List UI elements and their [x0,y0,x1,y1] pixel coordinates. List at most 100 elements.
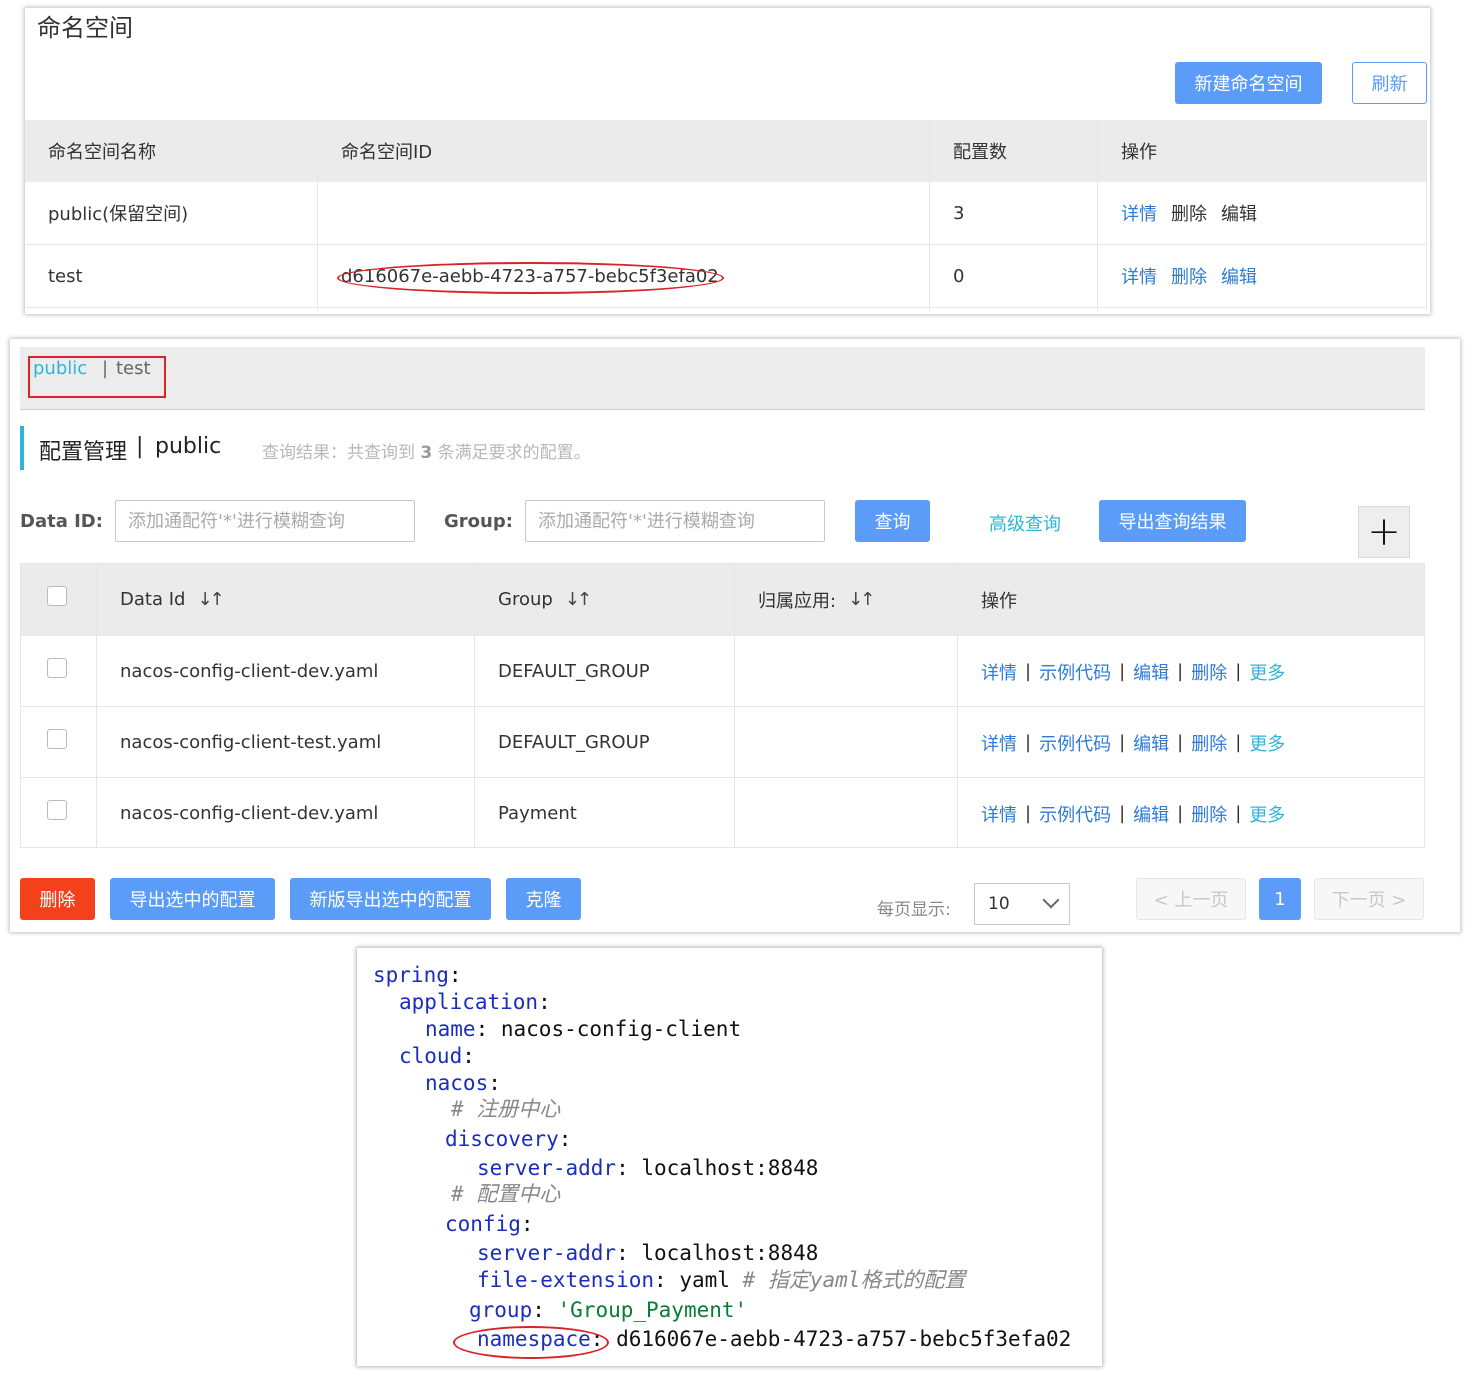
clone-button[interactable]: 克隆 [506,878,581,920]
add-config-button[interactable]: + [1358,506,1410,558]
delete-link[interactable]: 删除 [1171,263,1207,289]
detail-link[interactable]: 详情 [981,730,1017,756]
delete-link[interactable]: 删除 [1191,730,1227,756]
column-divider [929,120,930,310]
column-divider [96,564,97,847]
column-header-actions: 操作 [1121,142,1157,163]
advanced-query-link[interactable]: 高级查询 [989,510,1061,536]
sort-icon[interactable]: ↓↑ [565,589,592,610]
table-header: Data Id ↓↑ Group ↓↑ 归属应用: ↓↑ 操作 [21,564,1424,635]
edit-link[interactable]: 编辑 [1133,730,1169,756]
table-row: test d616067e-aebb-4723-a757-bebc5f3efa0… [25,245,1427,308]
delete-button[interactable]: 删除 [20,878,95,920]
next-page-button[interactable]: 下一页 > [1314,878,1424,920]
config-table: Data Id ↓↑ Group ↓↑ 归属应用: ↓↑ 操作 nacos-confi… [20,563,1425,848]
row-actions: 详情 | 示例代码 | 编辑 | 删除 | 更多 [958,636,1424,707]
column-header-data-id[interactable]: Data Id ↓↑ [97,564,475,635]
edit-link[interactable]: 编辑 [1221,200,1257,226]
code-line: spring: [373,963,462,987]
prev-page-button[interactable]: < 上一页 [1136,878,1246,920]
row-checkbox[interactable] [47,658,67,678]
more-link[interactable]: 更多 [1249,659,1285,685]
code-line: server-addr: localhost:8848 [477,1156,819,1180]
tab-test[interactable]: test [116,358,151,379]
namespace-id [318,182,930,244]
code-line: nacos: [425,1071,501,1095]
config-count: 0 [953,265,965,287]
code-line: cloud: [399,1044,475,1068]
sort-icon[interactable]: ↓↑ [848,589,875,610]
app-cell [735,636,958,707]
query-button[interactable]: 查询 [855,500,930,542]
column-divider [957,564,958,847]
delete-link[interactable]: 删除 [1191,801,1227,827]
detail-link[interactable]: 详情 [981,659,1017,685]
tab-public[interactable]: public [33,358,87,379]
code-line: discovery: [445,1127,572,1151]
code-line: config: [445,1212,534,1236]
row-actions: 详情 删除 编辑 [1098,182,1427,244]
sample-code-link[interactable]: 示例代码 [1039,659,1111,685]
column-divider [734,564,735,847]
app-cell [735,707,958,778]
plus-icon: + [1367,509,1401,555]
row-actions: 详情 | 示例代码 | 编辑 | 删除 | 更多 [958,707,1424,778]
export-selected-button[interactable]: 导出选中的配置 [110,878,275,920]
edit-link[interactable]: 编辑 [1221,263,1257,289]
detail-link[interactable]: 详情 [981,801,1017,827]
config-title: 配置管理 [39,440,128,465]
table-row: public(保留空间) 3 详情 删除 编辑 [25,182,1427,245]
more-link[interactable]: 更多 [1249,730,1285,756]
row-checkbox[interactable] [47,729,67,749]
app-cell [735,778,958,849]
column-header-app[interactable]: 归属应用: ↓↑ [735,564,958,635]
highlight-ellipse [337,262,724,294]
namespace-name: test [48,265,83,287]
data-id-cell: nacos-config-client-test.yaml [120,732,382,753]
select-all-checkbox[interactable] [47,586,67,606]
refresh-button[interactable]: 刷新 [1352,62,1427,104]
sort-icon[interactable]: ↓↑ [197,589,224,610]
new-export-selected-button[interactable]: 新版导出选中的配置 [290,878,491,920]
code-line: application: [399,990,551,1014]
group-input[interactable] [525,500,825,542]
chevron-down-icon [1042,891,1060,909]
row-checkbox[interactable] [47,800,67,820]
export-results-button[interactable]: 导出查询结果 [1099,500,1246,542]
sample-code-link[interactable]: 示例代码 [1039,801,1111,827]
current-namespace: public [155,434,222,459]
group-label: Group: [444,511,513,532]
data-id-label: Data ID: [20,511,103,532]
page-title: 命名空间 [37,14,133,42]
detail-link[interactable]: 详情 [1121,200,1157,226]
column-header-id: 命名空间ID [341,142,433,163]
sample-code-link[interactable]: 示例代码 [1039,730,1111,756]
delete-link[interactable]: 删除 [1191,659,1227,685]
page-1-button[interactable]: 1 [1259,878,1301,920]
data-id-cell: nacos-config-client-dev.yaml [120,661,379,682]
namespace-panel: 命名空间 新建命名空间 刷新 命名空间名称 命名空间ID 配置数 操作 publ… [25,8,1430,314]
detail-link[interactable]: 详情 [1121,263,1157,289]
column-divider [317,120,318,310]
new-namespace-button[interactable]: 新建命名空间 [1175,62,1322,104]
table-row: nacos-config-client-dev.yaml DEFAULT_GRO… [21,635,1424,707]
query-summary: 查询结果：共查询到 3 条满足要求的配置。 [262,443,591,463]
column-header-actions: 操作 [981,590,1017,612]
page-size-select[interactable]: 10 [974,883,1070,925]
namespace-tabs: public | test [20,347,1425,410]
table-header: 命名空间名称 命名空间ID 配置数 操作 [25,120,1427,182]
data-id-input[interactable] [115,500,415,542]
edit-link[interactable]: 编辑 [1133,659,1169,685]
code-line: file-extension: yaml # 指定yaml格式的配置 [477,1268,966,1292]
edit-link[interactable]: 编辑 [1133,801,1169,827]
group-cell: DEFAULT_GROUP [498,661,650,682]
more-link[interactable]: 更多 [1249,801,1285,827]
data-id-cell: nacos-config-client-dev.yaml [120,803,379,824]
code-line: # 配置中心 [451,1182,561,1206]
table-row: nacos-config-client-dev.yaml Payment 详情 |… [21,777,1424,849]
delete-link[interactable]: 删除 [1171,200,1207,226]
column-header-group[interactable]: Group ↓↑ [475,564,735,635]
column-header-count: 配置数 [953,142,1007,163]
group-cell: DEFAULT_GROUP [498,732,650,753]
column-divider [1097,120,1098,310]
